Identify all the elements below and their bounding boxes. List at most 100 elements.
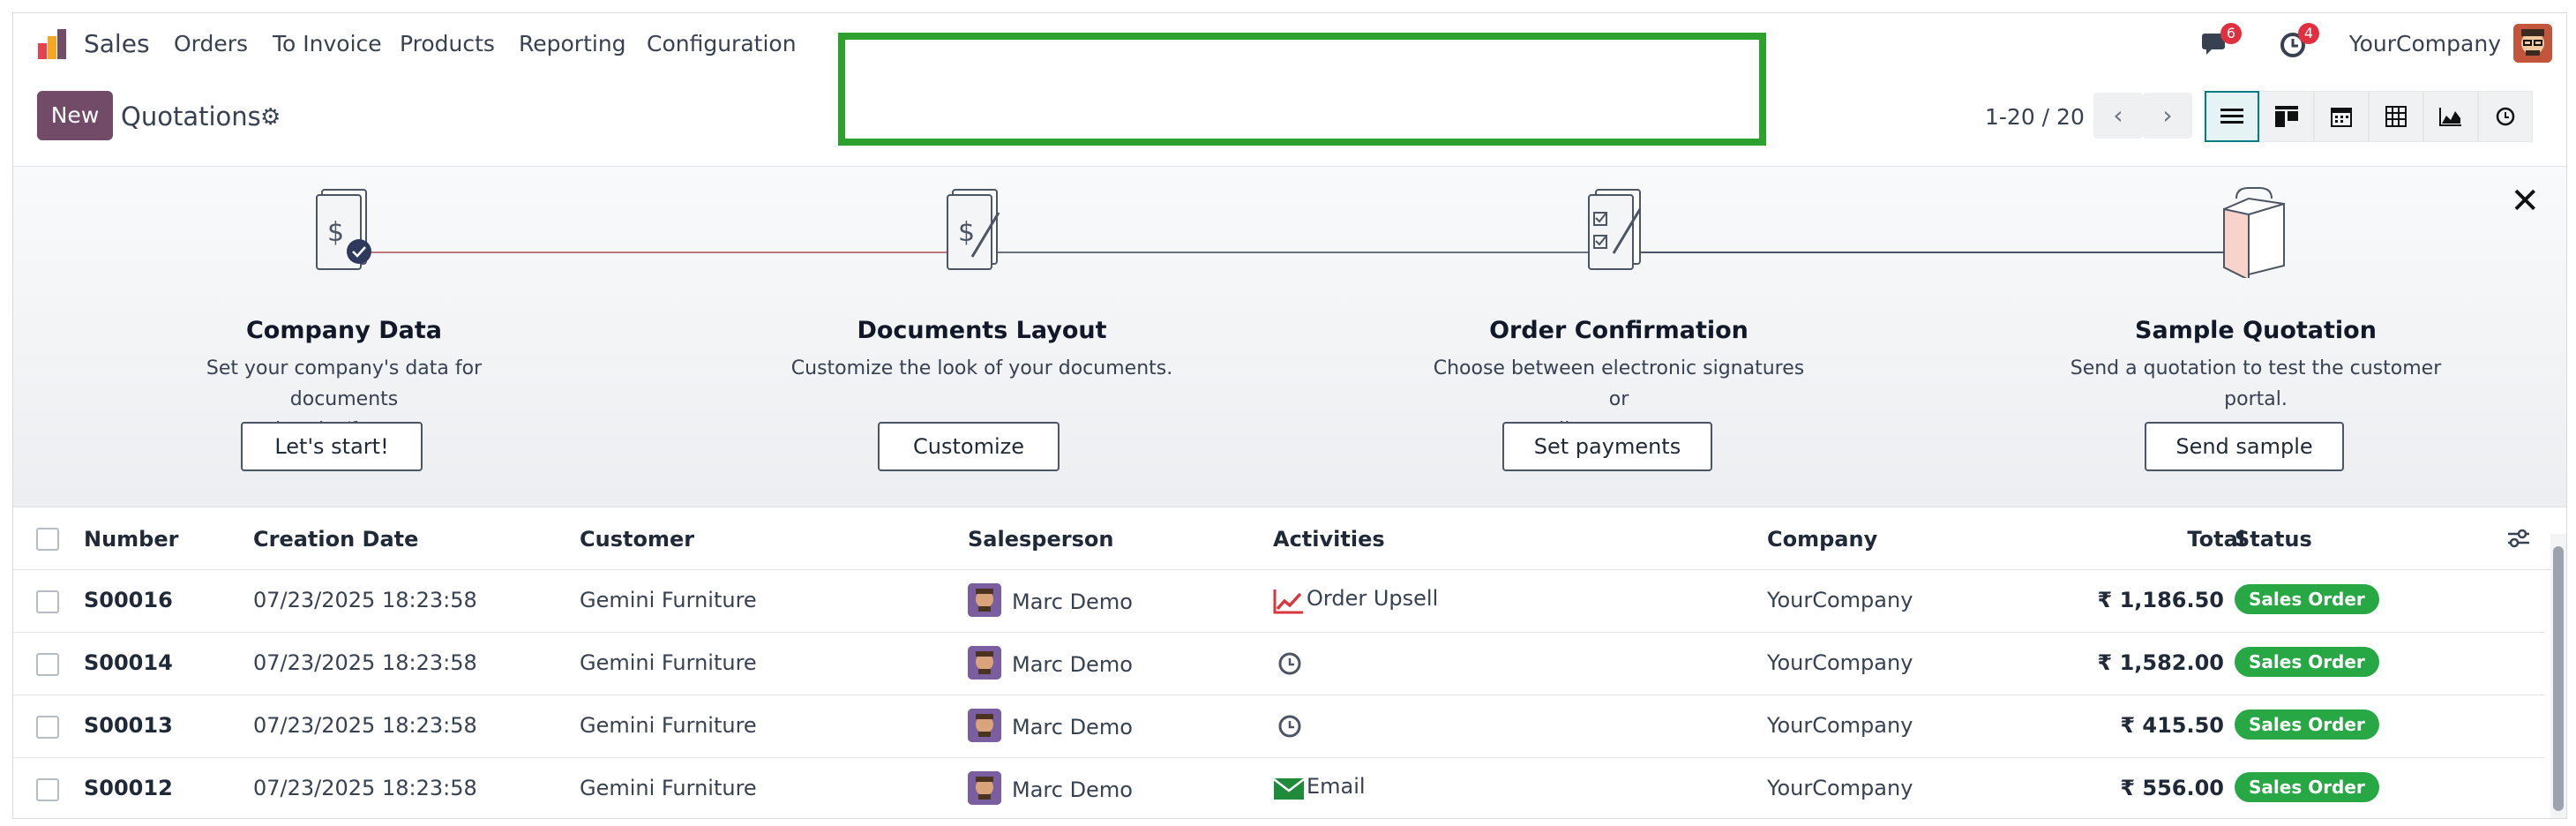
pivot-view-button[interactable] bbox=[2369, 91, 2423, 142]
salesperson-avatar bbox=[968, 646, 1001, 680]
top-navbar: Sales Orders To Invoice Products Reporti… bbox=[13, 13, 2566, 146]
step-description: Customize the look of your documents. bbox=[788, 353, 1176, 384]
cell-number: S00014 bbox=[84, 650, 173, 675]
calendar-icon bbox=[2331, 108, 2352, 127]
new-button[interactable]: New bbox=[37, 91, 113, 140]
step-description-line: Set your company's data for documents bbox=[206, 357, 483, 410]
cell-company: YourCompany bbox=[1767, 776, 1913, 800]
column-header-number[interactable]: Number bbox=[84, 527, 178, 552]
calendar-view-button[interactable] bbox=[2314, 91, 2369, 142]
user-avatar[interactable] bbox=[2513, 24, 2552, 63]
app-name[interactable]: Sales bbox=[84, 29, 150, 58]
row-checkbox[interactable] bbox=[36, 716, 59, 739]
cell-company: YourCompany bbox=[1767, 713, 1913, 738]
cell-date: 07/23/2025 18:23:58 bbox=[253, 776, 477, 800]
cell-total: ₹ 415.50 bbox=[2120, 713, 2224, 738]
messages-badge: 6 bbox=[2220, 23, 2242, 44]
user-face-icon bbox=[968, 646, 1001, 680]
user-face-icon bbox=[968, 583, 1001, 617]
onboarding-panel: ✕ $ $ Company Data Set your company's da… bbox=[13, 166, 2566, 507]
onboarding-step-documents-layout: Documents Layout Customize the look of y… bbox=[788, 167, 1176, 384]
customize-button[interactable]: Customize bbox=[878, 422, 1060, 471]
row-checkbox[interactable] bbox=[36, 778, 59, 801]
table-row[interactable]: S00012 07/23/2025 18:23:58 Gemini Furnit… bbox=[13, 758, 2545, 818]
table-row[interactable]: S00013 07/23/2025 18:23:58 Gemini Furnit… bbox=[13, 695, 2545, 758]
menu-configuration[interactable]: Configuration bbox=[647, 31, 797, 56]
table-header: Number Creation Date Customer Salesperso… bbox=[13, 507, 2566, 570]
cell-salesperson: Marc Demo bbox=[1012, 652, 1133, 677]
graph-view-button[interactable] bbox=[2423, 91, 2478, 142]
status-badge: Sales Order bbox=[2235, 584, 2379, 614]
kanban-view-button[interactable] bbox=[2259, 91, 2314, 142]
cell-total: ₹ 556.00 bbox=[2120, 776, 2224, 800]
step-description-line: Choose between electronic signatures or bbox=[1433, 357, 1805, 410]
salesperson-avatar bbox=[968, 583, 1001, 617]
menu-products[interactable]: Products bbox=[400, 31, 495, 56]
step-title: Documents Layout bbox=[857, 317, 1107, 344]
column-header-creation-date[interactable]: Creation Date bbox=[253, 527, 418, 552]
cell-activity[interactable]: Email bbox=[1307, 774, 1366, 799]
vertical-scrollbar[interactable] bbox=[2550, 534, 2566, 818]
cell-number: S00013 bbox=[84, 713, 173, 738]
onboarding-step-order-confirmation: Order Confirmation Choose between electr… bbox=[1425, 167, 1813, 446]
send-sample-button[interactable]: Send sample bbox=[2145, 422, 2344, 471]
cell-activity[interactable]: Order Upsell bbox=[1307, 586, 1438, 611]
column-header-salesperson[interactable]: Salesperson bbox=[968, 527, 1113, 552]
pager-previous-button[interactable]: ‹ bbox=[2093, 93, 2143, 139]
step-title: Order Confirmation bbox=[1489, 317, 1749, 344]
company-switcher[interactable]: YourCompany bbox=[2349, 31, 2501, 56]
step-description-line: Send a quotation to test the customer bbox=[2070, 357, 2442, 379]
row-checkbox[interactable] bbox=[36, 590, 59, 613]
pager-next-button[interactable]: › bbox=[2143, 93, 2192, 139]
activities-button[interactable]: 4 bbox=[2279, 23, 2319, 64]
user-face-icon bbox=[968, 709, 1001, 742]
salesperson-avatar bbox=[968, 709, 1001, 742]
envelope-icon[interactable] bbox=[1273, 777, 1305, 800]
cell-salesperson: Marc Demo bbox=[1012, 715, 1133, 740]
lets-start-button[interactable]: Let's start! bbox=[241, 422, 423, 471]
menu-orders[interactable]: Orders bbox=[174, 31, 248, 56]
chevron-right-icon: › bbox=[2162, 101, 2173, 130]
clock-icon bbox=[2496, 107, 2515, 126]
cell-customer: Gemini Furniture bbox=[580, 776, 757, 800]
cell-date: 07/23/2025 18:23:58 bbox=[253, 588, 477, 612]
optional-columns-icon[interactable] bbox=[2506, 527, 2531, 550]
step-description-line: portal. bbox=[2224, 388, 2288, 410]
gear-icon[interactable]: ⚙ bbox=[260, 104, 281, 131]
clock-icon[interactable] bbox=[1277, 713, 1303, 740]
app-window: Sales Orders To Invoice Products Reporti… bbox=[12, 12, 2567, 819]
pager-value[interactable]: 1-20 / 20 bbox=[1985, 104, 2085, 130]
row-checkbox[interactable] bbox=[36, 653, 59, 676]
menu-reporting[interactable]: Reporting bbox=[519, 31, 626, 56]
table-icon bbox=[2385, 106, 2407, 127]
list-icon bbox=[2220, 109, 2243, 124]
onboarding-step-sample-quotation: Sample Quotation Send a quotation to tes… bbox=[2062, 167, 2450, 415]
activity-view-button[interactable] bbox=[2478, 91, 2533, 142]
scrollbar-thumb[interactable] bbox=[2553, 546, 2564, 811]
column-header-status[interactable]: Status bbox=[2235, 527, 2312, 552]
user-face-icon bbox=[2513, 24, 2552, 63]
trend-up-icon[interactable] bbox=[1273, 588, 1305, 614]
list-view-button[interactable] bbox=[2205, 91, 2259, 142]
column-header-activities[interactable]: Activities bbox=[1273, 527, 1385, 552]
close-icon[interactable]: ✕ bbox=[2510, 181, 2540, 222]
kanban-icon bbox=[2275, 106, 2298, 127]
activities-badge: 4 bbox=[2298, 23, 2319, 44]
column-header-customer[interactable]: Customer bbox=[580, 527, 694, 552]
column-header-company[interactable]: Company bbox=[1767, 527, 1877, 552]
select-all-checkbox[interactable] bbox=[36, 528, 59, 551]
menu-to-invoice[interactable]: To Invoice bbox=[273, 31, 382, 56]
cell-total: ₹ 1,186.50 bbox=[2097, 588, 2224, 612]
messages-button[interactable]: 6 bbox=[2201, 23, 2242, 64]
set-payments-button[interactable]: Set payments bbox=[1502, 422, 1712, 471]
status-badge: Sales Order bbox=[2235, 772, 2379, 802]
cell-customer: Gemini Furniture bbox=[580, 713, 757, 738]
clock-icon[interactable] bbox=[1277, 650, 1303, 677]
sales-app-icon[interactable] bbox=[36, 26, 71, 61]
cell-customer: Gemini Furniture bbox=[580, 588, 757, 612]
table-row[interactable]: S00016 07/23/2025 18:23:58 Gemini Furnit… bbox=[13, 570, 2545, 633]
step-title: Sample Quotation bbox=[2135, 317, 2377, 344]
table-row[interactable]: S00014 07/23/2025 18:23:58 Gemini Furnit… bbox=[13, 633, 2545, 695]
status-badge: Sales Order bbox=[2235, 710, 2379, 740]
page-title: Quotations bbox=[121, 101, 261, 131]
